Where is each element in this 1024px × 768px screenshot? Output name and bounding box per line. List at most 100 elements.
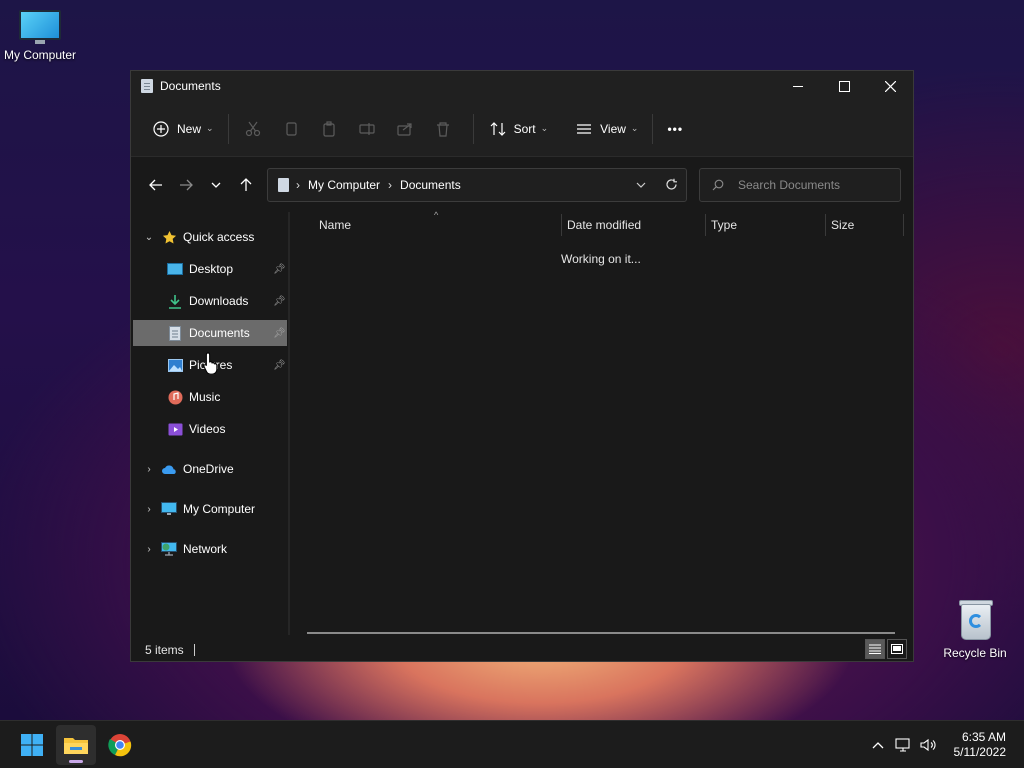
breadcrumb-documents[interactable]: Documents (400, 178, 461, 192)
window-title: Documents (160, 79, 221, 93)
chevron-down-icon[interactable]: ⌄ (137, 232, 161, 243)
network-status-button[interactable] (890, 738, 916, 752)
close-icon (884, 80, 896, 92)
pin-icon[interactable]: 📌︎ (273, 264, 286, 275)
new-button[interactable]: New ⌄ (145, 113, 220, 145)
rename-icon (357, 119, 377, 139)
folder-icon (64, 738, 88, 754)
pin-icon[interactable]: 📌︎ (273, 328, 286, 339)
sidebar-item-label: My Computer (183, 502, 256, 516)
document-icon (141, 79, 153, 93)
recycle-bin-icon (957, 598, 993, 642)
show-hidden-icons-button[interactable] (866, 741, 890, 749)
paste-button[interactable] (313, 113, 351, 145)
arrow-up-icon (240, 177, 252, 191)
taskbar-chrome[interactable] (100, 725, 140, 765)
sidebar-item-downloads[interactable]: Downloads 📌︎ (133, 288, 287, 314)
chevron-right-icon[interactable]: › (137, 464, 161, 475)
share-button[interactable] (389, 113, 427, 145)
desktop-icon-my-computer[interactable]: My Computer (0, 10, 80, 62)
search-input[interactable]: Search Documents (699, 167, 901, 202)
title-bar[interactable]: Documents (131, 71, 913, 101)
sidebar-item-label: Network (183, 542, 228, 556)
horizontal-scrollbar[interactable] (307, 632, 895, 634)
monitor-icon (161, 501, 177, 517)
cut-button[interactable] (237, 113, 275, 145)
column-divider[interactable] (561, 214, 562, 236)
forward-button[interactable] (171, 170, 201, 200)
volume-button[interactable] (916, 738, 940, 752)
sort-ascending-icon: ^ (434, 210, 439, 220)
desktop-icon-recycle-bin[interactable]: Recycle Bin (935, 598, 1015, 660)
sidebar-item-my-computer[interactable]: › My Computer (133, 496, 287, 522)
refresh-icon (665, 178, 677, 190)
maximize-button[interactable] (821, 71, 867, 101)
breadcrumb-my-computer[interactable]: My Computer (308, 178, 380, 192)
sidebar-item-label: Quick access (183, 230, 255, 244)
column-header-size[interactable]: Size (831, 218, 854, 232)
column-divider[interactable] (825, 214, 826, 236)
column-header-type[interactable]: Type (711, 218, 737, 232)
sidebar-item-network[interactable]: › Network (133, 536, 287, 562)
sidebar-item-desktop[interactable]: Desktop 📌︎ (133, 256, 287, 282)
sidebar-item-documents[interactable]: Documents 📌︎ (133, 320, 287, 346)
breadcrumb-separator: › (388, 177, 393, 192)
chevron-down-icon: ⌄ (540, 123, 549, 133)
download-icon (167, 293, 183, 309)
column-divider[interactable] (903, 214, 904, 236)
taskbar-clock[interactable]: 6:35 AM 5/11/2022 (954, 730, 1007, 760)
back-button[interactable] (141, 170, 171, 200)
address-bar[interactable]: › My Computer › Documents (267, 167, 687, 202)
chevron-right-icon[interactable]: › (137, 504, 161, 515)
search-placeholder: Search Documents (738, 177, 841, 192)
scissors-icon (243, 119, 263, 139)
delete-button[interactable] (427, 113, 465, 145)
large-icons-view-icon (891, 644, 903, 654)
large-icons-view-button[interactable] (887, 639, 907, 659)
details-view-button[interactable] (865, 639, 885, 659)
minimize-button[interactable] (775, 71, 821, 101)
hand-cursor-icon (203, 352, 219, 377)
up-button[interactable] (231, 170, 261, 200)
sidebar-item-music[interactable]: Music (133, 384, 287, 410)
music-icon (167, 389, 183, 405)
column-divider[interactable] (705, 214, 706, 236)
share-icon (395, 119, 415, 139)
sort-label: Sort (513, 121, 536, 136)
new-label: New (177, 121, 202, 136)
more-options-button[interactable]: ••• (661, 113, 689, 145)
view-label: View (600, 121, 626, 136)
address-history-button[interactable] (626, 170, 656, 200)
arrow-right-icon (180, 179, 193, 190)
taskbar: 6:35 AM 5/11/2022 (0, 720, 1024, 768)
taskbar-file-explorer[interactable] (56, 725, 96, 765)
refresh-button[interactable] (656, 170, 686, 200)
copy-button[interactable] (275, 113, 313, 145)
file-list[interactable]: ^ Name Date modified Type Size Working o… (289, 210, 913, 635)
speaker-icon (919, 738, 935, 752)
chevron-down-icon: ⌄ (630, 123, 639, 133)
plus-circle-icon (151, 119, 171, 139)
chrome-icon (108, 734, 132, 757)
sidebar-item-onedrive[interactable]: › OneDrive (133, 456, 287, 482)
chevron-right-icon[interactable]: › (137, 544, 161, 555)
star-icon (161, 229, 177, 245)
rename-button[interactable] (351, 113, 389, 145)
close-button[interactable] (867, 71, 913, 101)
sidebar-item-label: Downloads (189, 294, 249, 308)
navigation-pane: ⌄ Quick access Desktop 📌︎ Downloads 📌︎ D… (131, 212, 290, 635)
pin-icon[interactable]: 📌︎ (273, 360, 286, 371)
column-header-name[interactable]: Name (319, 218, 351, 232)
toolbar-divider (472, 113, 474, 144)
sort-button[interactable]: Sort ⌄ (482, 113, 555, 145)
start-button[interactable] (12, 725, 52, 765)
recent-locations-button[interactable] (201, 170, 231, 200)
pin-icon[interactable]: 📌︎ (273, 296, 286, 307)
sidebar-item-videos[interactable]: Videos (133, 416, 287, 442)
column-header-date-modified[interactable]: Date modified (567, 218, 641, 232)
network-icon (894, 738, 910, 752)
list-view-icon (574, 119, 594, 139)
sidebar-item-quick-access[interactable]: ⌄ Quick access (133, 224, 287, 250)
sidebar-item-label: Videos (189, 422, 226, 436)
view-button[interactable]: View ⌄ (568, 113, 644, 145)
